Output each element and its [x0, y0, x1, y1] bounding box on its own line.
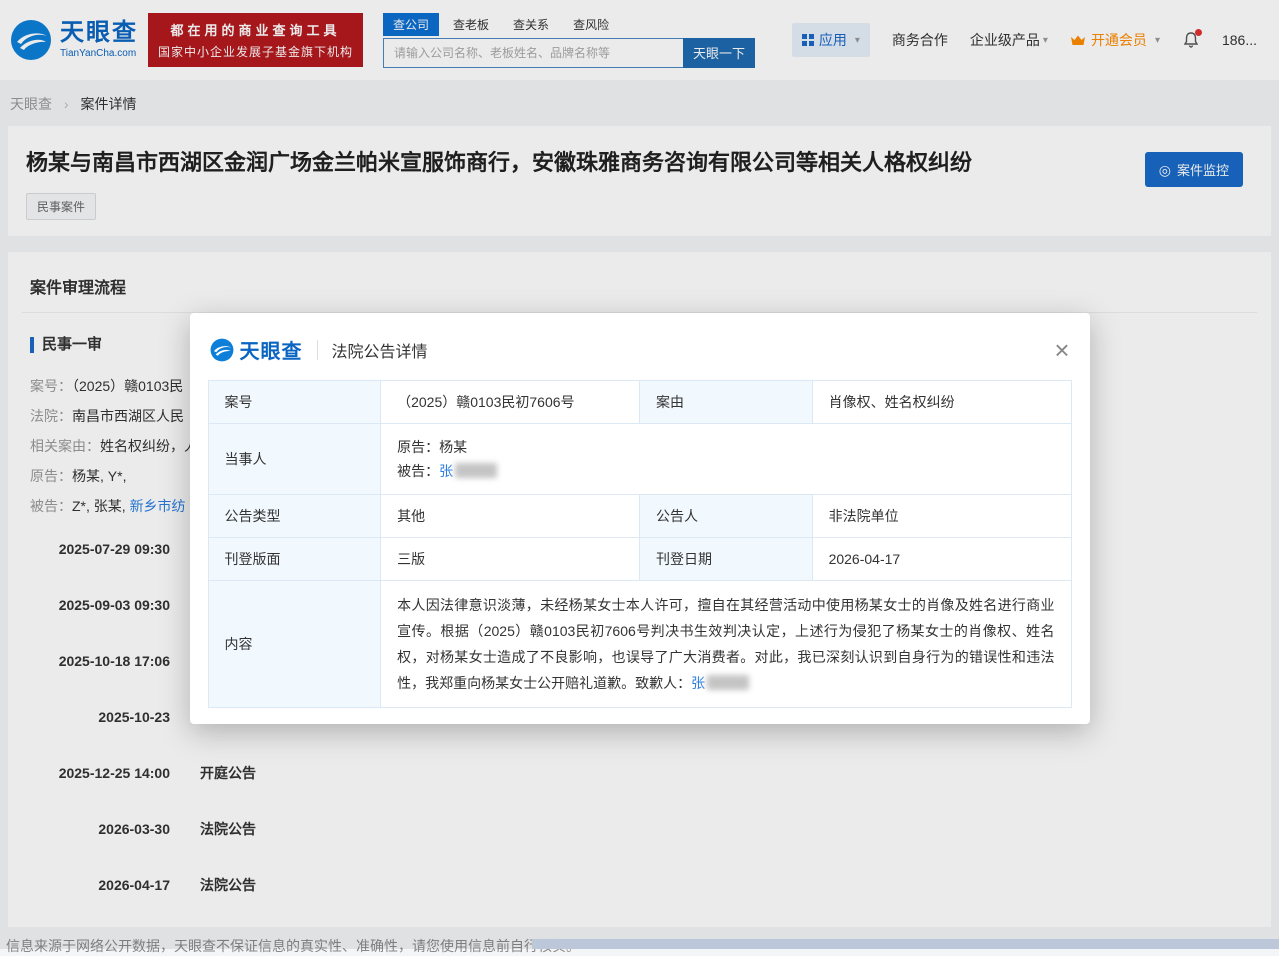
modal-header: 天眼查 法院公告详情 ×: [190, 313, 1090, 380]
announcer-value: 非法院单位: [812, 495, 1071, 538]
announce-type-label: 公告类型: [208, 495, 381, 538]
close-icon[interactable]: ×: [1054, 337, 1069, 363]
defendant-link[interactable]: 张: [439, 463, 453, 479]
plaintiff-line: 原告：杨某: [397, 435, 1054, 459]
redacted-name: [707, 675, 749, 690]
announce-type-value: 其他: [381, 495, 640, 538]
parties-value: 原告：杨某 被告：张: [381, 424, 1071, 495]
table-row-content: 内容 本人因法律意识淡薄，未经杨某女士本人许可，擅自在其经营活动中使用杨某女士的…: [208, 581, 1071, 708]
court-announcement-modal: 天眼查 法院公告详情 × 案号 （2025）赣0103民初7606号 案由 肖像…: [190, 313, 1090, 724]
modal-title: 法院公告详情: [332, 338, 428, 362]
table-row-publication: 刊登版面 三版 刊登日期 2026-04-17: [208, 538, 1071, 581]
table-row-parties: 当事人 原告：杨某 被告：张: [208, 424, 1071, 495]
table-row-case-no: 案号 （2025）赣0103民初7606号 案由 肖像权、姓名权纠纷: [208, 381, 1071, 424]
divider: [317, 340, 318, 360]
cause-value: 肖像权、姓名权纠纷: [812, 381, 1071, 424]
modal-logo: 天眼查: [210, 335, 303, 364]
cause-label: 案由: [639, 381, 812, 424]
announcement-table: 案号 （2025）赣0103民初7606号 案由 肖像权、姓名权纠纷 当事人 原…: [208, 380, 1072, 708]
content-label: 内容: [208, 581, 381, 708]
pub-date-value: 2026-04-17: [812, 538, 1071, 581]
page-value: 三版: [381, 538, 640, 581]
defendant-line: 被告：张: [397, 459, 1054, 483]
case-no-value: （2025）赣0103民初7606号: [381, 381, 640, 424]
table-row-type: 公告类型 其他 公告人 非法院单位: [208, 495, 1071, 538]
announcer-label: 公告人: [639, 495, 812, 538]
content-value: 本人因法律意识淡薄，未经杨某女士本人许可，擅自在其经营活动中使用杨某女士的肖像及…: [381, 581, 1071, 708]
apologizer-link[interactable]: 张: [691, 675, 705, 691]
case-no-label: 案号: [208, 381, 381, 424]
parties-label: 当事人: [208, 424, 381, 495]
modal-logo-name: 天眼查: [240, 335, 303, 364]
redacted-name: [455, 463, 497, 478]
tianyancha-logo-icon: [210, 338, 234, 362]
page-label: 刊登版面: [208, 538, 381, 581]
pub-date-label: 刊登日期: [639, 538, 812, 581]
